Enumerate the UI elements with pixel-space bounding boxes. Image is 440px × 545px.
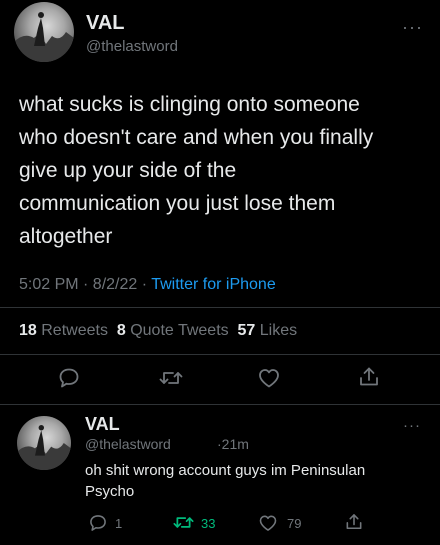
- likes-count: 57: [237, 322, 256, 339]
- author-handle[interactable]: @thelastword: [86, 38, 178, 55]
- divider: [0, 307, 440, 308]
- reply-like-icon[interactable]: [258, 513, 278, 533]
- tweet-source-link[interactable]: Twitter for iPhone: [151, 276, 276, 293]
- avatar-image: [17, 425, 71, 470]
- reply-more-icon[interactable]: ···: [403, 418, 421, 433]
- tweet-text-line: communication you just lose them: [19, 192, 336, 215]
- divider: [0, 354, 440, 355]
- divider: [0, 404, 440, 405]
- reply-text-line: Psycho: [85, 483, 135, 500]
- reply-text-line: oh shit wrong account guys im Peninsulan: [85, 462, 366, 479]
- likes-stat[interactable]: 57 Likes: [238, 322, 298, 339]
- reply-share-icon[interactable]: [344, 512, 364, 532]
- tweet-text-line: what sucks is clinging onto someone: [19, 93, 360, 116]
- tweet-text-line: altogether: [19, 225, 113, 248]
- retweets-label: Retweets: [41, 322, 108, 339]
- quotes-stat[interactable]: 8 Quote Tweets: [117, 322, 229, 339]
- reply-icon[interactable]: [57, 366, 81, 390]
- tweet-text-line: give up your side of the: [19, 159, 237, 182]
- tweet-meta: 5:02 PM · 8/2/22 · Twitter for iPhone: [19, 276, 276, 294]
- quotes-label: Quote Tweets: [130, 322, 229, 339]
- author-name[interactable]: VAL: [86, 12, 125, 35]
- tweet-timestamp[interactable]: 5:02 PM · 8/2/22 ·: [19, 276, 151, 293]
- reply-retweet-count: 33: [201, 516, 216, 531]
- reply-author-name[interactable]: VAL: [85, 414, 120, 435]
- reply-timestamp[interactable]: ·21m: [217, 436, 249, 452]
- quotes-count: 8: [116, 322, 126, 339]
- likes-label: Likes: [259, 322, 298, 339]
- reply-reply-icon[interactable]: [88, 513, 108, 533]
- tweet-text: what sucks is clinging onto someone who …: [19, 88, 434, 253]
- avatar-image: [14, 12, 74, 62]
- reply-like-count: 79: [287, 516, 302, 531]
- like-icon[interactable]: [257, 366, 281, 390]
- share-icon[interactable]: [357, 365, 381, 389]
- reply-avatar[interactable]: [17, 416, 71, 470]
- retweets-stat[interactable]: 18 Retweets: [19, 322, 108, 339]
- reply-retweet-icon[interactable]: [172, 512, 195, 533]
- reply-count: 1: [115, 516, 123, 531]
- retweet-icon[interactable]: [158, 366, 184, 390]
- more-icon[interactable]: ···: [402, 18, 423, 36]
- reply-author-handle[interactable]: @thelastword: [85, 436, 171, 452]
- reply-text: oh shit wrong account guys im Peninsulan…: [85, 460, 430, 502]
- retweets-count: 18: [19, 322, 37, 339]
- avatar[interactable]: [14, 2, 74, 62]
- tweet-stats: 18 Retweets 8 Quote Tweets 57 Likes: [19, 322, 297, 340]
- tweet-text-line: who doesn't care and when you finally: [19, 126, 374, 149]
